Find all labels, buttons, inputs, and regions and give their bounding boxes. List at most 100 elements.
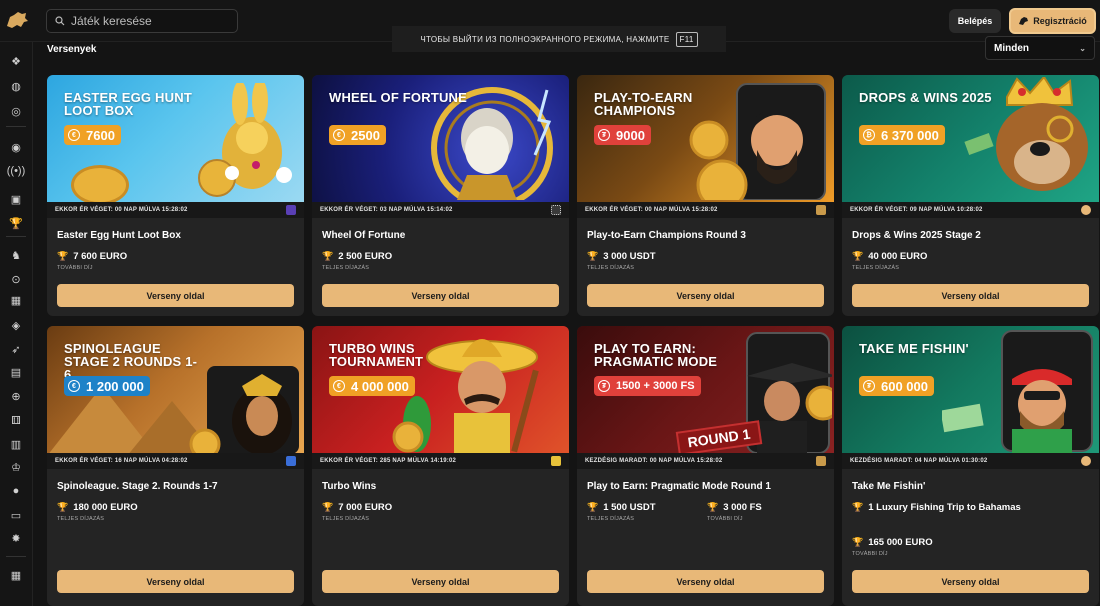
tournament-card[interactable]: WHEEL OF FORTUNE € 2500 EKKOR ÉR VÉGET: … bbox=[312, 75, 569, 316]
card-banner[interactable]: PLAY-TO-EARN CHAMPIONS ₮ 9000 bbox=[577, 75, 834, 202]
provider-icon bbox=[1081, 456, 1091, 466]
slots-icon[interactable]: ▣ bbox=[9, 192, 23, 206]
logo-icon[interactable] bbox=[4, 9, 30, 31]
card-banner[interactable]: ROUND 1 PLAY TO EARN: PRAGMATIC MODE ₮ 1… bbox=[577, 326, 834, 453]
timer-text: EKKOR ÉR VÉGET: 00 NAP MÚLVA 15:28:02 bbox=[585, 207, 718, 213]
prize-value: 180 000 EURO bbox=[73, 502, 138, 513]
prize-block: 🏆 7 600 EURO TOVÁBBI DÍJ bbox=[57, 251, 127, 271]
timer-bar: KEZDÉSIG MARADT: 00 NAP MÚLVA 15:28:02 bbox=[577, 453, 834, 469]
timer-bar: EKKOR ÉR VÉGET: 00 NAP MÚLVA 15:28:02 bbox=[577, 202, 834, 218]
banner-prize-pill: € 2500 bbox=[329, 125, 386, 145]
tournament-card[interactable]: TAKE ME FISHIN' ₮ 600 000 KEZDÉSIG MARAD… bbox=[842, 326, 1099, 606]
prize-label: TOVÁBBI DÍJ bbox=[852, 551, 888, 557]
prize-label: TOVÁBBI DÍJ bbox=[57, 265, 93, 271]
sidebar: ❖ ◍ ◎ ◉ ((•)) ▣ 🏆 ♞ ⊙ ▦ ◈ ➶ ▤ ⊕ ⚅ ▥ ♔ ● … bbox=[0, 42, 33, 606]
card-title: Take Me Fishin' bbox=[852, 481, 926, 492]
tournament-page-button[interactable]: Verseny oldal bbox=[587, 284, 824, 307]
banner-prize-pill: ₮ 9000 bbox=[594, 125, 651, 145]
prize-value: 1 Luxury Fishing Trip to Bahamas bbox=[868, 502, 1021, 513]
prize-value: 40 000 EURO bbox=[868, 251, 928, 262]
live-casino-icon[interactable]: ◉ bbox=[9, 140, 23, 154]
tournament-card[interactable]: PLAY-TO-EARN CHAMPIONS ₮ 9000 EKKOR ÉR V… bbox=[577, 75, 834, 316]
banner-title: PLAY-TO-EARN CHAMPIONS bbox=[594, 90, 693, 118]
racing-icon[interactable]: ♞ bbox=[9, 248, 23, 262]
globe-icon[interactable]: ⊕ bbox=[9, 389, 23, 403]
grid-icon[interactable]: ▦ bbox=[9, 293, 23, 307]
timer-bar: EKKOR ÉR VÉGET: 03 NAP MÚLVA 15:14:02 bbox=[312, 202, 569, 218]
card-banner[interactable]: EASTER EGG HUNT LOOT BOX € 7600 bbox=[47, 75, 304, 202]
football-icon[interactable]: ◍ bbox=[9, 79, 23, 93]
fullscreen-notice: ЧТОБЫ ВЫЙТИ ИЗ ПОЛНОЭКРАННОГО РЕЖИМА, НА… bbox=[392, 26, 726, 52]
tournament-card[interactable]: DROPS & WINS 2025 ₿ 6 370 000 EKKOR ÉR V… bbox=[842, 75, 1099, 316]
sidebar-divider bbox=[6, 556, 26, 557]
card-title: Turbo Wins bbox=[322, 481, 377, 492]
login-button[interactable]: Belépés bbox=[949, 9, 1001, 33]
tournament-card[interactable]: ROUND 1 PLAY TO EARN: PRAGMATIC MODE ₮ 1… bbox=[577, 326, 834, 606]
timer-text: EKKOR ÉR VÉGET: 09 NAP MÚLVA 10:28:02 bbox=[850, 207, 983, 213]
timer-bar: EKKOR ÉR VÉGET: 285 NAP MÚLVA 14:19:02 bbox=[312, 453, 569, 469]
banner-illustration bbox=[192, 79, 297, 198]
tournament-page-button[interactable]: Verseny oldal bbox=[57, 284, 294, 307]
trophy-icon: 🏆 bbox=[707, 502, 719, 512]
broadcast-icon[interactable]: ((•)) bbox=[7, 164, 26, 178]
card-banner[interactable]: WHEEL OF FORTUNE € 2500 bbox=[312, 75, 569, 202]
register-button[interactable]: Regisztráció bbox=[1009, 8, 1096, 34]
card-banner[interactable]: SPINOLEAGUE STAGE 2 ROUNDS 1-6 € 1 200 0… bbox=[47, 326, 304, 453]
tournament-page-button[interactable]: Verseny oldal bbox=[57, 570, 294, 593]
prize-block: 🏆 180 000 EURO TELJES DÍJAZÁS bbox=[57, 502, 138, 522]
rocket-icon[interactable]: ➶ bbox=[9, 342, 23, 356]
shop-icon[interactable]: ▥ bbox=[9, 437, 23, 451]
provider-icon bbox=[816, 456, 826, 466]
star-icon[interactable]: ✸ bbox=[9, 531, 23, 545]
ball-icon[interactable]: ● bbox=[9, 484, 23, 498]
banner-prize-value: 7600 bbox=[86, 127, 115, 143]
tournament-page-button[interactable]: Verseny oldal bbox=[322, 284, 559, 307]
card-icon[interactable]: ▤ bbox=[9, 365, 23, 379]
tournament-page-button[interactable]: Verseny oldal bbox=[587, 570, 824, 593]
prize-block: 🏆 3 000 USDT TELJES DÍJAZÁS bbox=[587, 251, 656, 271]
dice-icon[interactable]: ⚅ bbox=[9, 413, 23, 427]
fullscreen-notice-text: ЧТОБЫ ВЫЙТИ ИЗ ПОЛНОЭКРАННОГО РЕЖИМА, НА… bbox=[420, 34, 670, 44]
timer-bar: KEZDÉSIG MARADT: 04 NAP MÚLVA 01:30:02 bbox=[842, 453, 1099, 469]
timer-text: EKKOR ÉR VÉGET: 285 NAP MÚLVA 14:19:02 bbox=[320, 458, 457, 464]
tournament-page-button[interactable]: Verseny oldal bbox=[852, 284, 1089, 307]
timer-bar: EKKOR ÉR VÉGET: 00 NAP MÚLVA 15:28:02 bbox=[47, 202, 304, 218]
roulette-icon[interactable]: ◎ bbox=[9, 104, 23, 118]
coin-icon bbox=[71, 165, 129, 202]
timer-text: KEZDÉSIG MARADT: 00 NAP MÚLVA 15:28:02 bbox=[585, 458, 723, 464]
card-banner[interactable]: TAKE ME FISHIN' ₮ 600 000 bbox=[842, 326, 1099, 453]
card-banner[interactable]: DROPS & WINS 2025 ₿ 6 370 000 bbox=[842, 75, 1099, 202]
trophy-icon: 🏆 bbox=[587, 251, 599, 261]
diamonds-icon[interactable]: ❖ bbox=[9, 54, 23, 68]
card-title: Wheel Of Fortune bbox=[322, 230, 406, 241]
bus-icon[interactable]: ▭ bbox=[9, 508, 23, 522]
prize-block: 🏆 7 000 EURO TELJES DÍJAZÁS bbox=[322, 502, 392, 522]
trophy-icon: 🏆 bbox=[852, 537, 864, 547]
filter-select[interactable]: Minden ⌄ bbox=[985, 36, 1095, 60]
search-input[interactable]: Játék keresése bbox=[46, 9, 238, 33]
banner-prize-pill: ₮ 600 000 bbox=[859, 376, 934, 396]
poker-chip-icon[interactable]: ◈ bbox=[9, 318, 23, 332]
apps-icon[interactable]: ▦ bbox=[9, 568, 23, 582]
trophy-icon[interactable]: 🏆 bbox=[9, 216, 23, 230]
banner-prize-value: 1 200 000 bbox=[86, 378, 144, 394]
tournament-card[interactable]: SPINOLEAGUE STAGE 2 ROUNDS 1-6 € 1 200 0… bbox=[47, 326, 304, 606]
banner-prize-pill: € 4 000 000 bbox=[329, 376, 415, 396]
provider-icon bbox=[286, 205, 296, 215]
trophy-icon: 🏆 bbox=[57, 251, 69, 261]
timer-bar: EKKOR ÉR VÉGET: 09 NAP MÚLVA 10:28:02 bbox=[842, 202, 1099, 218]
register-label: Regisztráció bbox=[1033, 16, 1087, 26]
tournament-card[interactable]: TURBO WINS TOURNAMENT € 4 000 000 EKKOR … bbox=[312, 326, 569, 606]
card-title: Drops & Wins 2025 Stage 2 bbox=[852, 230, 981, 241]
cup-icon[interactable]: ♔ bbox=[9, 460, 23, 474]
tournament-page-button[interactable]: Verseny oldal bbox=[852, 570, 1089, 593]
prize-block: 🏆 1 Luxury Fishing Trip to Bahamas bbox=[852, 502, 1021, 513]
tournament-card[interactable]: EASTER EGG HUNT LOOT BOX € 7600 EKKOR ÉR… bbox=[47, 75, 304, 316]
prize-label: TELJES DÍJAZÁS bbox=[57, 516, 105, 522]
provider-icon bbox=[816, 205, 826, 215]
live-icon[interactable]: ⊙ bbox=[9, 272, 23, 286]
card-banner[interactable]: TURBO WINS TOURNAMENT € 4 000 000 bbox=[312, 326, 569, 453]
euro-coin-icon: € bbox=[68, 380, 80, 392]
provider-icon bbox=[551, 456, 561, 466]
tournament-page-button[interactable]: Verseny oldal bbox=[322, 570, 559, 593]
